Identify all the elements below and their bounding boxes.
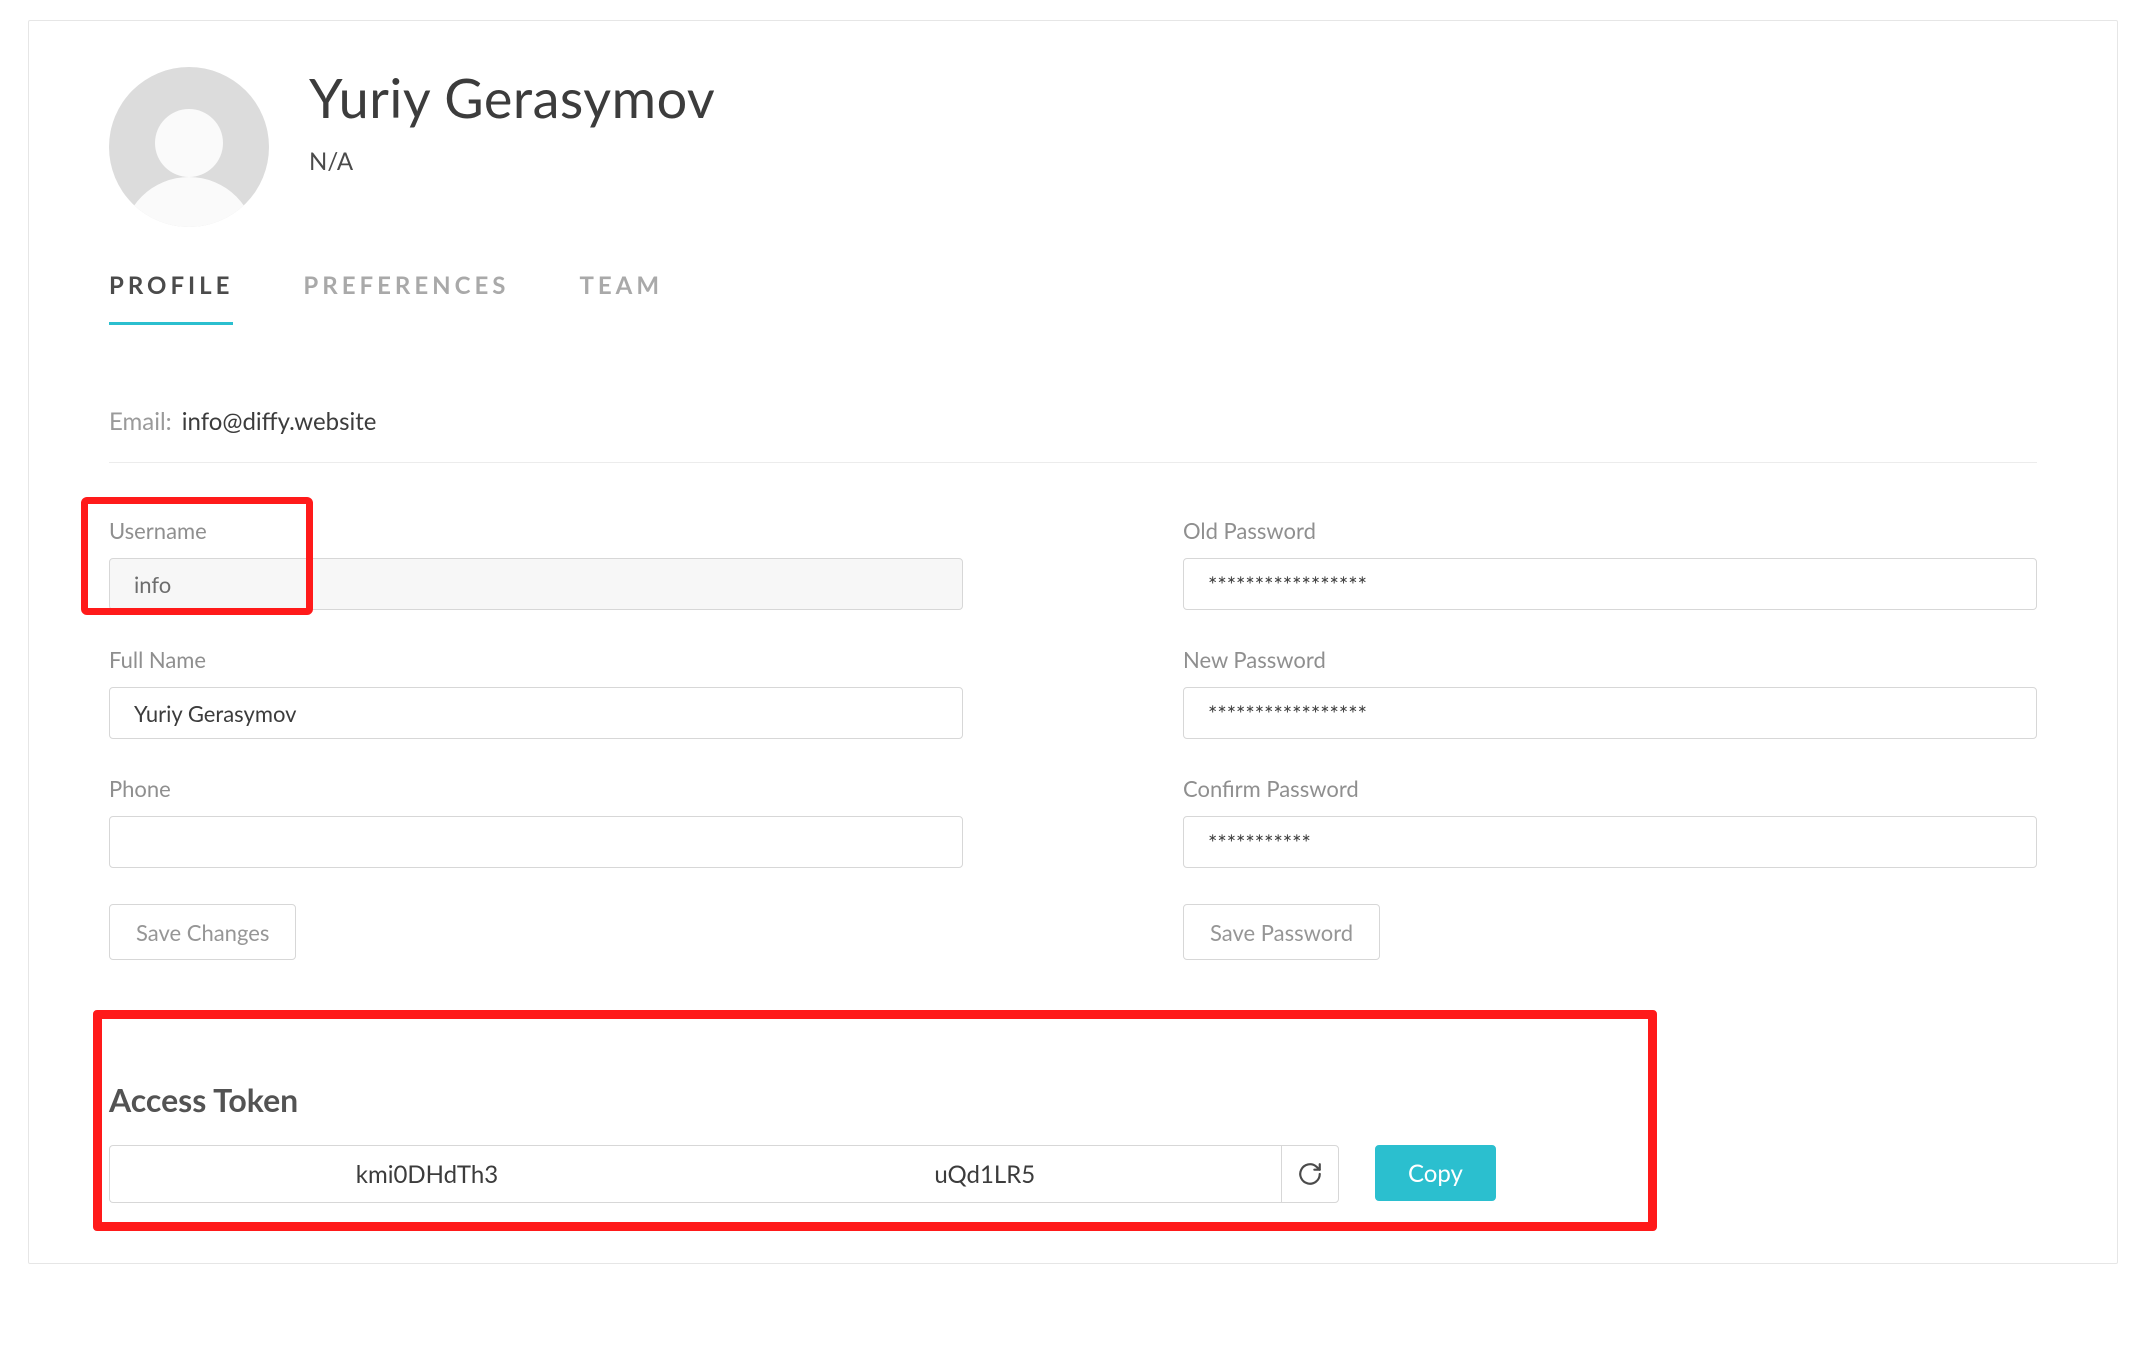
- phone-label: Phone: [109, 775, 963, 802]
- username-input: [109, 558, 963, 610]
- username-label: Username: [109, 517, 963, 544]
- confirm-password-label: Confirm Password: [1183, 775, 2037, 802]
- profile-tabs: Profile Preferences Team: [109, 271, 2037, 325]
- save-password-button[interactable]: Save Password: [1183, 904, 1380, 960]
- access-token-input[interactable]: [109, 1145, 1281, 1203]
- tab-profile[interactable]: Profile: [109, 271, 233, 325]
- refresh-token-button[interactable]: [1281, 1145, 1339, 1203]
- new-password-input[interactable]: [1183, 687, 2037, 739]
- tab-preferences[interactable]: Preferences: [303, 271, 509, 325]
- save-changes-button[interactable]: Save Changes: [109, 904, 296, 960]
- fullname-input[interactable]: [109, 687, 963, 739]
- email-value: info@diffy.website: [182, 407, 377, 436]
- confirm-password-input[interactable]: [1183, 816, 2037, 868]
- phone-input[interactable]: [109, 816, 963, 868]
- email-row: Email: info@diffy.website: [109, 407, 2037, 463]
- access-token-title: Access Token: [109, 1080, 2037, 1119]
- fullname-label: Full Name: [109, 646, 963, 673]
- copy-token-button[interactable]: Copy: [1375, 1145, 1496, 1201]
- old-password-input[interactable]: [1183, 558, 2037, 610]
- tab-team[interactable]: Team: [579, 271, 663, 325]
- refresh-icon: [1297, 1161, 1323, 1187]
- old-password-label: Old Password: [1183, 517, 2037, 544]
- user-subtitle: N/A: [309, 147, 715, 176]
- user-display-name: Yuriy Gerasymov: [309, 67, 715, 129]
- new-password-label: New Password: [1183, 646, 2037, 673]
- email-label: Email:: [109, 407, 172, 436]
- avatar: [109, 67, 269, 227]
